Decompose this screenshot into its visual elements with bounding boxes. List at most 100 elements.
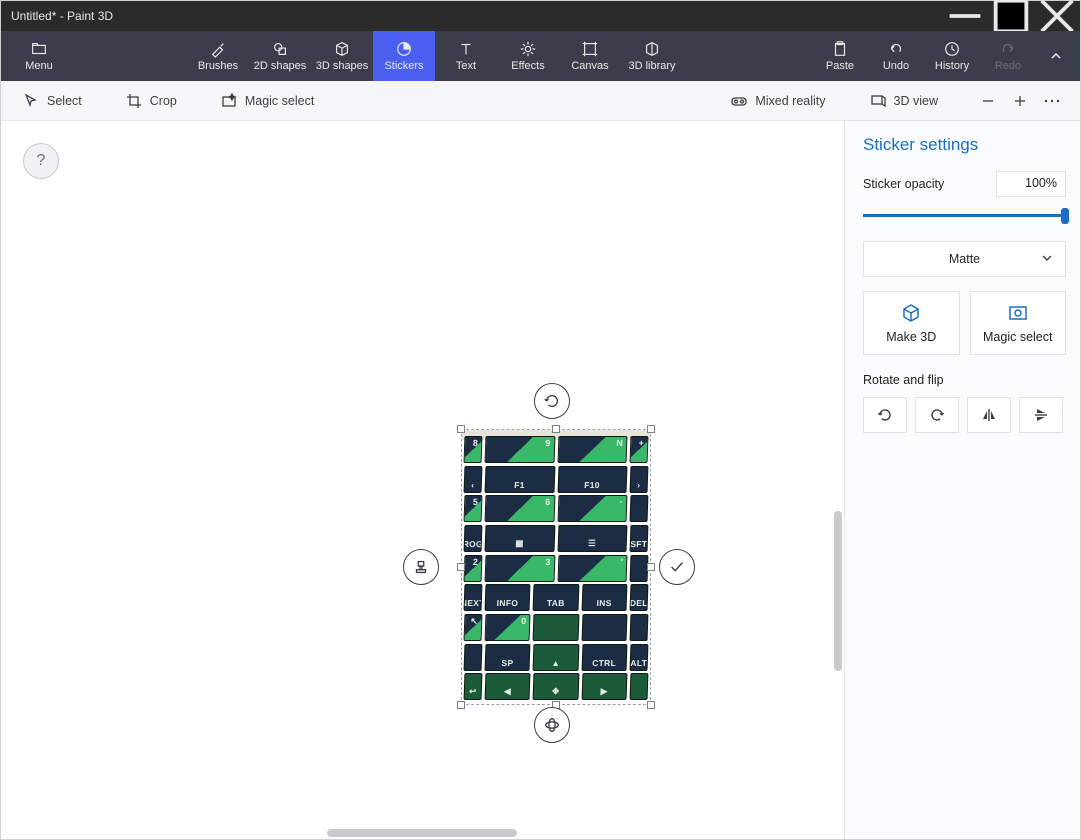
history-icon: [943, 40, 961, 58]
chevron-down-icon: [1041, 252, 1053, 267]
canvas[interactable]: ? 89N+‹F1F10›56·ROG▦☰SFT23′NEXTINFOTABIN…: [1, 121, 844, 839]
tool-label: Canvas: [571, 60, 608, 72]
magic-select-button[interactable]: Magic select: [211, 81, 324, 120]
text-icon: [457, 40, 475, 58]
paste-button[interactable]: Paste: [812, 31, 868, 81]
flip-vertical-button[interactable]: [1019, 397, 1063, 433]
view-3d-icon: [870, 93, 886, 109]
window-title: Untitled* - Paint 3D: [1, 9, 942, 23]
tool-3d-library[interactable]: 3D library: [621, 31, 683, 81]
ribbon: Menu Brushes 2D shapes 3D shapes Sticker…: [1, 31, 1080, 81]
rotate-handle[interactable]: [534, 383, 570, 419]
paste-icon: [831, 40, 849, 58]
opacity-label: Sticker opacity: [863, 177, 944, 191]
resize-handle[interactable]: [647, 563, 655, 571]
ribbon-right: Paste Undo History Redo: [812, 31, 1080, 81]
finish-dropdown[interactable]: Matte: [863, 241, 1066, 277]
canvas-icon: [581, 40, 599, 58]
window-minimize-button[interactable]: [942, 1, 988, 31]
tool-label: 3D shapes: [316, 60, 369, 72]
make-3d-label: Make 3D: [886, 330, 936, 344]
cursor-icon: [23, 93, 39, 109]
zoom-out-button[interactable]: [972, 81, 1004, 120]
magic-select-icon: [221, 93, 237, 109]
tool-3d-shapes[interactable]: 3D shapes: [311, 31, 373, 81]
shapes-3d-icon: [333, 40, 351, 58]
history-label: History: [935, 60, 969, 72]
menu-button[interactable]: Menu: [1, 31, 77, 81]
resize-handle[interactable]: [457, 425, 465, 433]
more-button[interactable]: [1036, 81, 1068, 120]
redo-icon: [999, 40, 1017, 58]
z-rotate-handle[interactable]: [534, 707, 570, 743]
library-3d-icon: [643, 40, 661, 58]
undo-label: Undo: [883, 60, 909, 72]
title-bar: Untitled* - Paint 3D: [1, 1, 1080, 31]
panel-title: Sticker settings: [863, 135, 1066, 155]
horizontal-scrollbar[interactable]: [327, 829, 517, 837]
resize-handle[interactable]: [552, 425, 560, 433]
opacity-input[interactable]: 100%: [996, 171, 1066, 197]
slider-track: [863, 214, 1066, 217]
make-3d-button[interactable]: Make 3D: [863, 291, 960, 355]
crop-button[interactable]: Crop: [116, 81, 187, 120]
tool-label: 2D shapes: [254, 60, 307, 72]
slider-thumb[interactable]: [1061, 208, 1069, 224]
tool-label: Text: [456, 60, 476, 72]
help-button[interactable]: ?: [23, 143, 59, 179]
magic-select-label: Magic select: [245, 94, 314, 108]
magic-select-card[interactable]: Magic select: [970, 291, 1067, 355]
menu-label: Menu: [25, 60, 53, 72]
main-area: ? 89N+‹F1F10›56·ROG▦☰SFT23′NEXTINFOTABIN…: [1, 121, 1080, 839]
mixed-reality-icon: [731, 93, 747, 109]
rotate-ccw-button[interactable]: [863, 397, 907, 433]
tool-brushes[interactable]: Brushes: [187, 31, 249, 81]
flip-horizontal-button[interactable]: [967, 397, 1011, 433]
tool-canvas[interactable]: Canvas: [559, 31, 621, 81]
effects-icon: [519, 40, 537, 58]
mixed-reality-button[interactable]: Mixed reality: [721, 81, 835, 120]
history-button[interactable]: History: [924, 31, 980, 81]
zoom-in-button[interactable]: [1004, 81, 1036, 120]
magic-select-icon: [1007, 302, 1029, 324]
brush-icon: [209, 40, 227, 58]
folder-icon: [30, 40, 48, 58]
3d-view-button[interactable]: 3D view: [860, 81, 948, 120]
ribbon-collapse-toggle[interactable]: [1036, 31, 1076, 81]
help-glyph: ?: [37, 152, 46, 170]
tool-effects[interactable]: Effects: [497, 31, 559, 81]
tool-label: Brushes: [198, 60, 238, 72]
rotate-flip-label: Rotate and flip: [863, 373, 1066, 387]
window-close-button[interactable]: [1034, 1, 1080, 31]
undo-button[interactable]: Undo: [868, 31, 924, 81]
commit-button[interactable]: [659, 549, 695, 585]
finish-value: Matte: [949, 252, 980, 266]
resize-handle[interactable]: [647, 425, 655, 433]
rotate-cw-button[interactable]: [915, 397, 959, 433]
sticker-selection[interactable]: 89N+‹F1F10›56·ROG▦☰SFT23′NEXTINFOTABINSD…: [461, 429, 651, 705]
sticker-icon: [395, 40, 413, 58]
tool-text[interactable]: Text: [435, 31, 497, 81]
3d-view-label: 3D view: [894, 94, 938, 108]
resize-handle[interactable]: [457, 701, 465, 709]
resize-handle[interactable]: [647, 701, 655, 709]
ribbon-tools: Brushes 2D shapes 3D shapes Stickers Tex…: [187, 31, 683, 81]
opacity-slider[interactable]: [863, 203, 1066, 227]
mixed-reality-label: Mixed reality: [755, 94, 825, 108]
tool-label: 3D library: [628, 60, 675, 72]
vertical-scrollbar[interactable]: [834, 511, 842, 671]
resize-handle[interactable]: [457, 563, 465, 571]
sticker-image: 89N+‹F1F10›56·ROG▦☰SFT23′NEXTINFOTABINSD…: [462, 430, 650, 704]
select-button[interactable]: Select: [13, 81, 92, 120]
settings-panel: Sticker settings Sticker opacity 100% Ma…: [844, 121, 1080, 839]
tool-label: Stickers: [384, 60, 423, 72]
crop-label: Crop: [150, 94, 177, 108]
stamp-button[interactable]: [403, 549, 439, 585]
window-maximize-button[interactable]: [988, 1, 1034, 31]
rotate-flip-grid: [863, 397, 1066, 433]
tool-2d-shapes[interactable]: 2D shapes: [249, 31, 311, 81]
paste-label: Paste: [826, 60, 854, 72]
tool-stickers[interactable]: Stickers: [373, 31, 435, 81]
cube-icon: [900, 302, 922, 324]
redo-button[interactable]: Redo: [980, 31, 1036, 81]
